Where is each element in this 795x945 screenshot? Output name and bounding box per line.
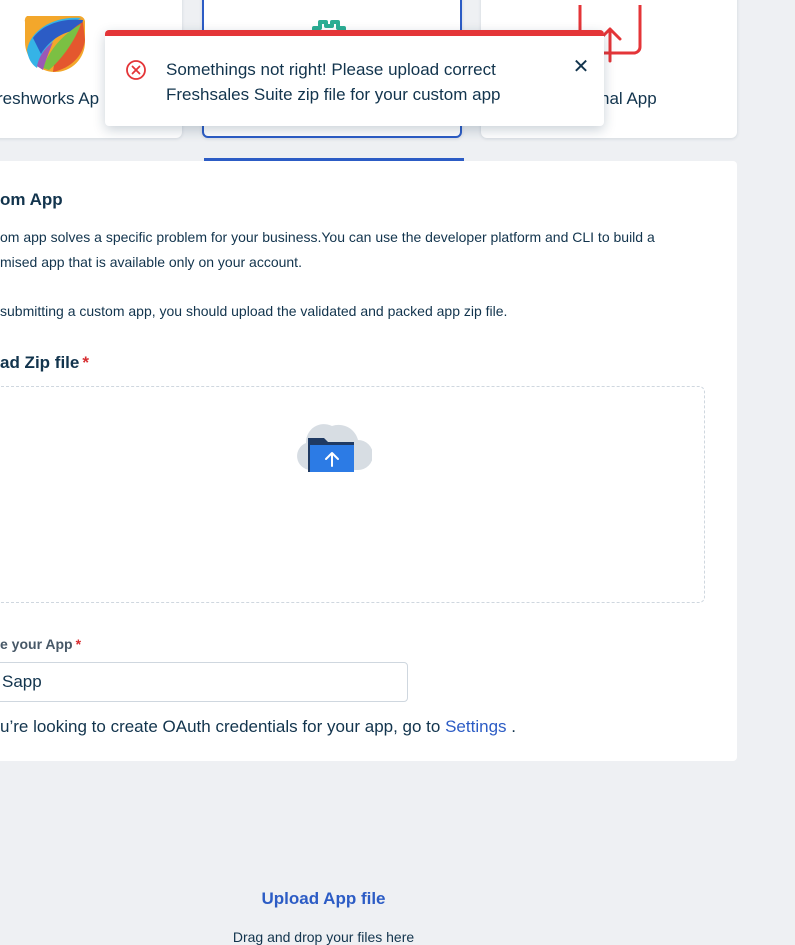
section-title: om App bbox=[0, 190, 63, 209]
app-name-label-text: e your App bbox=[0, 636, 73, 652]
app-name-label: e your App * bbox=[0, 636, 81, 652]
error-circle-icon bbox=[126, 60, 146, 80]
close-icon[interactable]: ✕ bbox=[571, 57, 591, 77]
app-name-input[interactable] bbox=[0, 662, 408, 702]
upload-zip-label-text: ad Zip file bbox=[0, 353, 80, 372]
drag-drop-hint: Drag and drop your files here bbox=[232, 929, 415, 945]
upload-app-file-link[interactable]: Upload App file bbox=[0, 889, 656, 909]
settings-link[interactable]: Settings bbox=[445, 717, 506, 736]
toast-message-line-2: Freshsales Suite zip file for your custo… bbox=[166, 85, 501, 104]
required-asterisk: * bbox=[82, 353, 89, 372]
description-line-3: submitting a custom app, you should uplo… bbox=[0, 303, 508, 319]
description-line-2: mised app that is available only on your… bbox=[0, 254, 302, 270]
upload-zip-label: ad Zip file * bbox=[0, 353, 89, 373]
required-asterisk: * bbox=[75, 636, 82, 652]
freshworks-app-label: reshworks Ap bbox=[0, 89, 100, 108]
external-app-label: nal App bbox=[600, 89, 657, 108]
oauth-hint-prefix: u’re looking to create OAuth credentials… bbox=[0, 717, 446, 736]
oauth-hint: u’re looking to create OAuth credentials… bbox=[0, 717, 516, 737]
description-line-1: om app solves a specific problem for you… bbox=[0, 229, 655, 245]
toast-error-bar bbox=[105, 30, 604, 36]
freshworks-logo-icon bbox=[24, 16, 85, 72]
error-toast: Somethings not right! Please upload corr… bbox=[105, 30, 604, 126]
oauth-hint-suffix: . bbox=[506, 717, 516, 736]
toast-message-line-1: Somethings not right! Please upload corr… bbox=[166, 60, 496, 79]
cloud-folder-upload-icon bbox=[297, 424, 372, 472]
